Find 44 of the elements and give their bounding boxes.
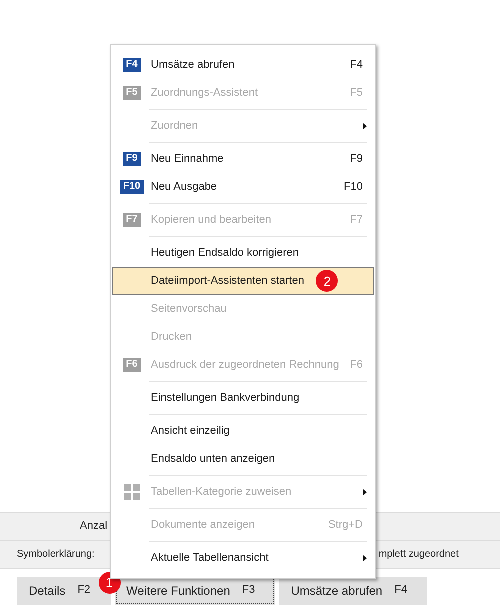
item-label: Ausdruck der zugeordneten Rechnung [151, 358, 340, 373]
key-badge: F9 [123, 152, 141, 166]
menu-item[interactable]: Dateiimport-Assistenten starten 2 [112, 267, 374, 295]
item-label: Zuordnen [151, 118, 198, 134]
key-badge: F5 [123, 86, 141, 100]
legend-label: Symbolerklärung: [17, 548, 95, 562]
shortcut-label: F5 [350, 86, 363, 101]
menu-item[interactable]: F10 Neu Ausgabe F10 [112, 173, 374, 201]
shortcut-label: Strg+D [328, 518, 363, 533]
item-label: Dokumente anzeigen [151, 518, 255, 533]
menu-item[interactable]: Endsaldo unten anzeigen [112, 445, 374, 473]
menu-item[interactable]: Aktuelle Tabellenansicht [112, 544, 374, 572]
legend-text: mplett zugeordnet [378, 548, 459, 562]
shortcut-label: F7 [350, 212, 363, 228]
menu-item[interactable]: Ansicht einzeilig [112, 417, 374, 445]
shortcut-label: F10 [344, 180, 363, 195]
item-label: Zuordnungs-Assistent [151, 86, 258, 101]
shortcut-label: F9 [350, 152, 363, 167]
item-label: Endsaldo unten anzeigen [151, 452, 276, 467]
shortcut-label: F6 [350, 358, 363, 373]
key-badge: F6 [123, 358, 141, 372]
item-label: Einstellungen Bankverbindung [151, 390, 300, 406]
menu-item[interactable]: Einstellungen Bankverbindung [112, 384, 374, 412]
key-badge: F10 [120, 180, 144, 194]
key-badge: F4 [123, 58, 141, 72]
count-label: Anzal [80, 519, 108, 534]
menu-item[interactable]: F4 Umsätze abrufen F4 [112, 51, 374, 79]
item-label: Neu Ausgabe [151, 180, 218, 195]
shortcut-label: F4 [350, 58, 363, 73]
menu-item[interactable]: Heutigen Endsaldo korrigieren [112, 239, 374, 267]
menu-item[interactable]: F9 Neu Einnahme F9 [112, 145, 374, 173]
item-label: Heutigen Endsaldo korrigieren [151, 246, 299, 261]
item-label: Kopieren und bearbeiten [151, 212, 272, 228]
item-label: Drucken [151, 330, 192, 345]
step-marker: 2 [316, 270, 338, 292]
toolbar-button[interactable]: Umsätze abrufen F4 [279, 576, 428, 604]
item-label: Seitenvorschau [151, 302, 227, 317]
item-label: Ansicht einzeilig [151, 424, 230, 439]
item-label: Dateiimport-Assistenten starten [151, 274, 304, 289]
item-label: Aktuelle Tabellenansicht [151, 550, 269, 566]
item-label: Umsätze abrufen [151, 58, 235, 73]
item-label: Tabellen-Kategorie zuweisen [151, 484, 292, 500]
key-badge: F7 [123, 213, 141, 227]
item-label: Neu Einnahme [151, 152, 224, 167]
